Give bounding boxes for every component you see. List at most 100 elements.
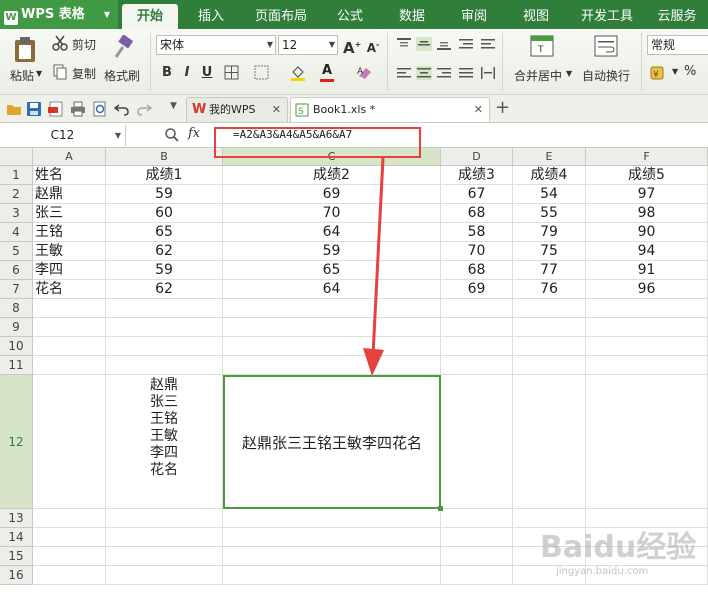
cell-d7[interactable]: 69	[441, 280, 513, 299]
column-header-a[interactable]: A	[33, 148, 106, 166]
export-pdf-icon[interactable]	[48, 101, 64, 117]
cell-b6[interactable]: 59	[106, 261, 223, 280]
fill-color-icon[interactable]	[289, 64, 307, 82]
align-left-icon[interactable]	[396, 66, 412, 80]
cell-b12[interactable]: 赵鼎 张三 王铭 王敏 李四 花名	[106, 375, 223, 509]
currency-icon[interactable]: ¥	[650, 65, 670, 81]
cell-f7[interactable]: 96	[586, 280, 708, 299]
cell-a2[interactable]: 赵鼎	[33, 185, 106, 204]
row-header-2[interactable]: 2	[0, 185, 33, 204]
row-header-11[interactable]: 11	[0, 356, 33, 375]
undo-icon[interactable]	[114, 101, 130, 117]
row-header-5[interactable]: 5	[0, 242, 33, 261]
open-folder-icon[interactable]	[6, 101, 22, 117]
row-header-15[interactable]: 15	[0, 547, 33, 566]
name-box[interactable]: C12 ▼	[0, 125, 126, 146]
cell-c8[interactable]	[223, 299, 441, 318]
cell-b3[interactable]: 60	[106, 204, 223, 223]
cell-c9[interactable]	[223, 318, 441, 337]
cell-a14[interactable]	[33, 528, 106, 547]
cell-d3[interactable]: 68	[441, 204, 513, 223]
tab-data[interactable]: 数据	[390, 0, 434, 29]
indent-icon[interactable]	[458, 37, 474, 51]
cell-d4[interactable]: 58	[441, 223, 513, 242]
tab-view[interactable]: 视图	[514, 0, 558, 29]
border-icon[interactable]	[224, 65, 240, 81]
select-all-corner[interactable]	[0, 148, 33, 166]
tab-my-wps[interactable]: W 我的WPS ✕	[186, 97, 288, 122]
cell-b16[interactable]	[106, 566, 223, 585]
close-icon[interactable]: ✕	[272, 98, 281, 122]
cell-a1[interactable]: 姓名	[33, 166, 106, 185]
cell-e12[interactable]	[513, 375, 586, 509]
distributed-align-icon[interactable]	[480, 66, 496, 80]
cell-d1[interactable]: 成绩3	[441, 166, 513, 185]
cell-a8[interactable]	[33, 299, 106, 318]
new-tab-icon[interactable]: +	[495, 97, 510, 118]
cell-b13[interactable]	[106, 509, 223, 528]
cell-a3[interactable]: 张三	[33, 204, 106, 223]
cell-b2[interactable]: 59	[106, 185, 223, 204]
outdent-icon[interactable]	[480, 37, 496, 51]
save-icon[interactable]	[26, 101, 42, 117]
row-header-7[interactable]: 7	[0, 280, 33, 299]
tab-formulas[interactable]: 公式	[328, 0, 372, 29]
tab-home[interactable]: 开始	[122, 4, 178, 29]
column-header-f[interactable]: F	[586, 148, 708, 166]
wrap-text-button[interactable]: 自动换行	[578, 33, 636, 89]
cell-c14[interactable]	[223, 528, 441, 547]
cell-e8[interactable]	[513, 299, 586, 318]
insert-function-button[interactable]: fx	[188, 126, 200, 141]
tab-book1[interactable]: S Book1.xls * ✕	[290, 97, 490, 122]
cell-e4[interactable]: 79	[513, 223, 586, 242]
font-color-icon[interactable]: A	[318, 62, 336, 82]
tab-developer[interactable]: 开发工具	[576, 0, 638, 29]
cell-c10[interactable]	[223, 337, 441, 356]
cell-e2[interactable]: 54	[513, 185, 586, 204]
row-header-6[interactable]: 6	[0, 261, 33, 280]
format-painter-button[interactable]: 格式刷	[102, 33, 146, 89]
cell-b7[interactable]: 62	[106, 280, 223, 299]
cell-c6[interactable]: 65	[223, 261, 441, 280]
column-header-d[interactable]: D	[441, 148, 513, 166]
bold-icon[interactable]: B	[158, 64, 176, 82]
tab-cloud[interactable]: 云服务	[650, 0, 704, 29]
copy-button[interactable]: 复制	[50, 63, 100, 83]
font-name-select[interactable]: 宋体 ▼	[156, 35, 276, 55]
row-header-1[interactable]: 1	[0, 166, 33, 185]
cell-a11[interactable]	[33, 356, 106, 375]
cell-e10[interactable]	[513, 337, 586, 356]
cell-d2[interactable]: 67	[441, 185, 513, 204]
cell-d12[interactable]	[441, 375, 513, 509]
paste-button[interactable]: 粘贴 ▼	[6, 33, 44, 89]
column-header-e[interactable]: E	[513, 148, 586, 166]
cell-c12[interactable]: 赵鼎张三王铭王敏李四花名	[223, 375, 441, 509]
cell-c7[interactable]: 64	[223, 280, 441, 299]
row-header-12[interactable]: 12	[0, 375, 33, 509]
cell-b15[interactable]	[106, 547, 223, 566]
chevron-down-icon[interactable]: ▼	[672, 67, 678, 76]
align-right-icon[interactable]	[436, 66, 452, 80]
cell-a4[interactable]: 王铭	[33, 223, 106, 242]
cell-f4[interactable]: 90	[586, 223, 708, 242]
cell-a7[interactable]: 花名	[33, 280, 106, 299]
number-format-select[interactable]: 常规	[647, 35, 708, 55]
tab-page-layout[interactable]: 页面布局	[250, 0, 312, 29]
cell-d16[interactable]	[441, 566, 513, 585]
cell-e7[interactable]: 76	[513, 280, 586, 299]
cell-f9[interactable]	[586, 318, 708, 337]
row-header-3[interactable]: 3	[0, 204, 33, 223]
merge-center-button[interactable]: T 合并居中 ▼	[508, 33, 574, 89]
cell-d13[interactable]	[441, 509, 513, 528]
cell-a10[interactable]	[33, 337, 106, 356]
cell-e1[interactable]: 成绩4	[513, 166, 586, 185]
cell-e3[interactable]: 55	[513, 204, 586, 223]
cell-a16[interactable]	[33, 566, 106, 585]
cell-border-style-icon[interactable]	[254, 65, 270, 81]
cell-f2[interactable]: 97	[586, 185, 708, 204]
cell-d5[interactable]: 70	[441, 242, 513, 261]
cell-f6[interactable]: 91	[586, 261, 708, 280]
zoom-icon[interactable]	[164, 127, 180, 143]
row-header-4[interactable]: 4	[0, 223, 33, 242]
cell-f5[interactable]: 94	[586, 242, 708, 261]
